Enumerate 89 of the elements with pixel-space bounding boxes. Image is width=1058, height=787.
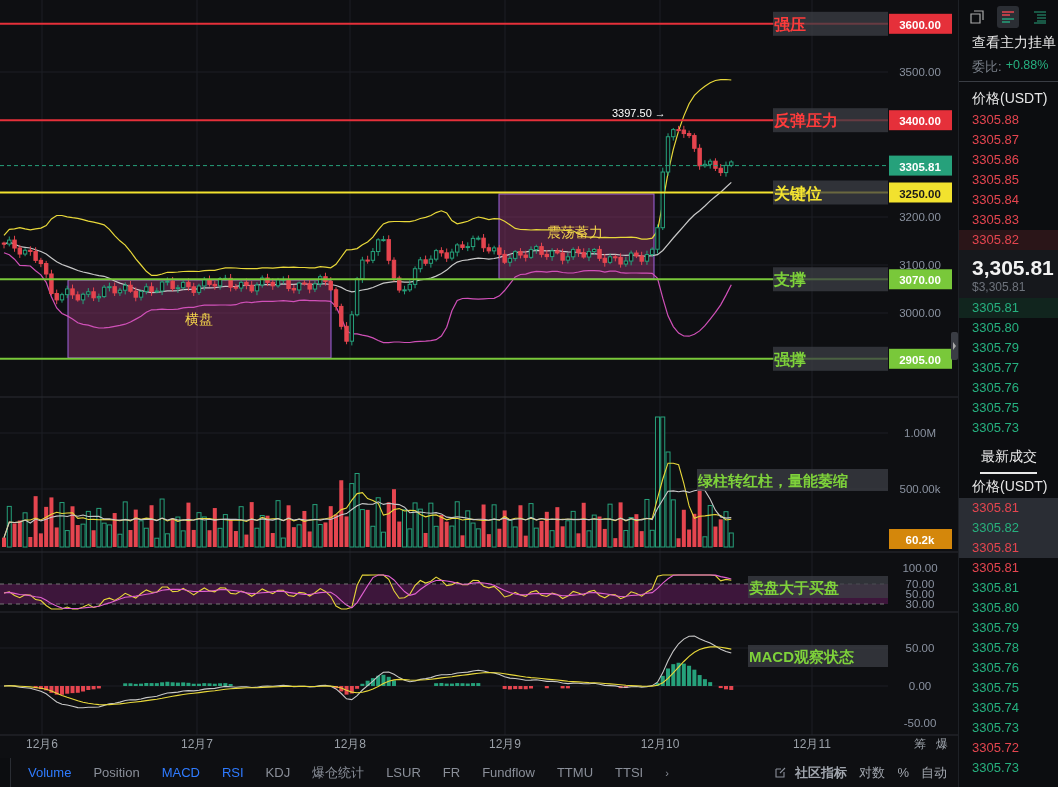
price-axis-label: 3200.00 [899, 210, 941, 223]
date-axis-label: 12月6 [26, 737, 58, 751]
last-price-usd: $3,305.81 [972, 280, 1027, 294]
bid-price: 3305.73 [971, 419, 1020, 437]
trade-price: 3305.81 [972, 540, 1019, 556]
ratio-value: +0.88% [1005, 58, 1049, 74]
trade-price: 3305.81 [972, 580, 1019, 596]
macd-axis-label: 0.00 [908, 680, 932, 692]
indicator-tab[interactable]: TTSI [604, 760, 655, 785]
ask-price: 3305.87 [971, 131, 1020, 149]
indicator-tab[interactable]: FR [431, 760, 472, 785]
axis-toggle[interactable]: 爆 [936, 737, 948, 751]
zone-label: 横盘 [185, 311, 213, 327]
indicator-tab[interactable]: Volume [17, 760, 83, 785]
level-annotation: 强压 [773, 11, 888, 36]
high-price-marker: 3397.50 → [612, 107, 666, 119]
column-header: 价格(USDT) [971, 478, 1049, 496]
date-axis-label: 12月11 [793, 737, 831, 751]
date-axis-label: 12月9 [489, 737, 521, 751]
indicator-tab[interactable]: MACD [150, 760, 211, 785]
trade-price: 3305.75 [972, 680, 1019, 696]
chart-option-button[interactable]: 对数 [854, 760, 891, 785]
date-axis-label: 12月7 [181, 737, 213, 751]
bid-price: 3305.77 [971, 359, 1020, 377]
rsi-axis-label: 70.00 [905, 578, 935, 590]
level-annotation: 关键位 [773, 180, 888, 205]
macd-axis-label: -50.00 [903, 717, 937, 729]
price-level-badge: 3070.00 [889, 269, 952, 290]
bid-price: 3305.80 [971, 319, 1020, 337]
rsi-axis-label: 50.00 [905, 588, 935, 600]
trade-price: 3305.74 [972, 700, 1019, 716]
axis-toggle[interactable]: 筹 [914, 737, 926, 751]
price-axis-label: 3000.00 [899, 307, 941, 319]
level-annotation: 反弹压力 [773, 108, 888, 133]
trade-price: 3305.81 [972, 560, 1019, 576]
ask-price: 3305.84 [971, 191, 1020, 209]
level-annotation: 支撑 [773, 267, 888, 292]
rsi-axis-label: 30.00 [905, 598, 935, 610]
note-annotation: MACD观察状态 [748, 645, 888, 667]
ask-price: 3305.82 [959, 230, 1058, 250]
bid-price: 3305.81 [959, 298, 1058, 318]
chart-option-button[interactable]: 社区指标 [790, 760, 853, 785]
column-header: 价格(USDT) [971, 90, 1049, 108]
bid-price: 3305.79 [971, 339, 1020, 357]
level-annotation: 强撑 [773, 346, 888, 371]
trade-price: 3305.73 [972, 720, 1019, 736]
macd-axis-label: 50.00 [905, 642, 935, 654]
current-price-badge: 3305.81 [889, 155, 952, 176]
date-axis-label: 12月10 [640, 737, 680, 751]
current-volume-badge: 60.2k [889, 529, 952, 549]
indicator-tab[interactable]: 爆仓统计 [301, 760, 376, 785]
date-axis-label: 12月8 [334, 737, 366, 751]
volume-axis-label: 500.00k [899, 483, 941, 495]
trade-price: 3305.80 [972, 600, 1019, 616]
ratio-label: 委比: [972, 58, 1002, 76]
price-level-badge: 3600.00 [889, 13, 952, 34]
bid-price: 3305.75 [971, 399, 1020, 417]
chart-option-button[interactable]: % [892, 762, 914, 783]
trade-price: 3305.79 [972, 620, 1019, 636]
more-tabs-button[interactable]: › [654, 760, 680, 785]
price-axis-label: 3100.00 [899, 258, 941, 271]
indicator-tab[interactable]: KDJ [254, 760, 302, 785]
indicator-tab[interactable]: LSUR [375, 760, 432, 785]
main-orders-link[interactable]: 查看主力挂单 [959, 30, 1058, 52]
ask-price: 3305.88 [971, 111, 1020, 129]
note-annotation: 绿柱转红柱，量能萎缩 [697, 469, 888, 491]
last-price: 3,305.81 [972, 256, 1055, 280]
trade-price: 3305.72 [972, 740, 1019, 756]
indicator-tab[interactable]: TTMU [545, 760, 605, 785]
price-level-badge: 3400.00 [889, 110, 952, 131]
chart-option-button[interactable]: 自动 [916, 760, 952, 785]
indicator-tab[interactable]: RSI [210, 760, 255, 785]
ask-price: 3305.85 [971, 171, 1020, 189]
trade-price: 3305.81 [972, 500, 1019, 516]
trade-price: 3305.82 [972, 520, 1019, 536]
volume-axis-label: 1.00M [904, 427, 936, 439]
trade-price: 3305.78 [972, 640, 1019, 656]
price-axis-label: 3500.00 [899, 66, 941, 78]
latest-trades-tab[interactable]: 最新成交 [980, 444, 1037, 474]
ask-price: 3305.83 [971, 211, 1020, 229]
indicator-tab[interactable]: Fundflow [471, 760, 546, 785]
price-level-badge: 3250.00 [889, 182, 952, 203]
note-annotation: 卖盘大于买盘 [748, 576, 888, 598]
bid-price: 3305.76 [971, 379, 1020, 397]
ask-price: 3305.86 [971, 151, 1020, 169]
indicator-tab[interactable]: Position [82, 760, 151, 785]
rsi-axis-label: 100.00 [902, 562, 938, 574]
trade-price: 3305.76 [972, 660, 1019, 676]
trade-price: 3305.73 [972, 760, 1019, 776]
